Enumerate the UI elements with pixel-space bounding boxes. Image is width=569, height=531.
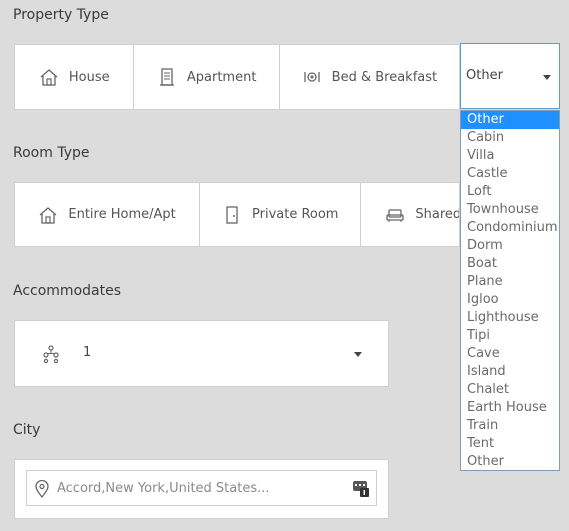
city-placeholder: Accord,New York,United States... [57, 481, 270, 496]
property-type-house-label: House [68, 69, 110, 85]
keyboard-badge-icon[interactable] [353, 481, 369, 497]
option-chalet[interactable]: Chalet [461, 381, 559, 399]
option-townhouse[interactable]: Townhouse [461, 201, 559, 219]
option-island[interactable]: Island [461, 363, 559, 381]
accommodates-label: Accommodates [13, 283, 121, 299]
option-other-2[interactable]: Other [461, 453, 559, 470]
property-type-apartment-button[interactable]: Apartment [134, 45, 280, 109]
accommodates-value: 1 [83, 345, 92, 360]
room-type-label: Room Type [13, 145, 90, 161]
house-icon [38, 205, 58, 225]
option-cave[interactable]: Cave [461, 345, 559, 363]
apartment-icon [157, 67, 177, 87]
room-type-options: Entire Home/Apt Private Room Shared [14, 182, 460, 247]
couch-icon [385, 205, 405, 225]
chevron-down-icon [543, 75, 551, 80]
room-type-private-room-button[interactable]: Private Room [200, 183, 362, 246]
location-pin-icon [34, 479, 50, 498]
property-type-apartment-label: Apartment [186, 69, 257, 85]
room-type-entire-home-button[interactable]: Entire Home/Apt [15, 183, 201, 246]
option-other[interactable]: Other [461, 111, 559, 129]
city-label: City [13, 422, 41, 438]
city-container: Accord,New York,United States... [14, 459, 389, 519]
option-plane[interactable]: Plane [461, 273, 559, 291]
option-earth-house[interactable]: Earth House [461, 399, 559, 417]
city-input[interactable]: Accord,New York,United States... [26, 470, 377, 506]
property-type-options: House Apartment Bed & Breakfast [14, 44, 460, 110]
option-boat[interactable]: Boat [461, 255, 559, 273]
option-tipi[interactable]: Tipi [461, 327, 559, 345]
option-condominium[interactable]: Condominium [461, 219, 559, 237]
accommodates-select[interactable]: 1 [14, 320, 389, 387]
option-igloo[interactable]: Igloo [461, 291, 559, 309]
option-loft[interactable]: Loft [461, 183, 559, 201]
property-type-label: Property Type [13, 7, 109, 23]
room-type-shared-label: Shared [415, 207, 459, 222]
property-type-bed-and-breakfast-button[interactable]: Bed & Breakfast [280, 45, 459, 109]
room-type-entire-home-label: Entire Home/Apt [68, 207, 176, 222]
bed-and-breakfast-icon [302, 67, 322, 87]
guests-icon [41, 344, 61, 364]
option-villa[interactable]: Villa [461, 147, 559, 165]
room-type-private-room-label: Private Room [252, 207, 339, 222]
chevron-down-icon [354, 352, 362, 357]
option-tent[interactable]: Tent [461, 435, 559, 453]
room-type-shared-button[interactable]: Shared [361, 183, 459, 246]
option-lighthouse[interactable]: Lighthouse [461, 309, 559, 327]
door-icon [222, 205, 242, 225]
option-dorm[interactable]: Dorm [461, 237, 559, 255]
property-type-select-value: Other [466, 68, 503, 83]
property-type-bed-and-breakfast-label: Bed & Breakfast [331, 69, 438, 85]
property-type-select[interactable]: Other [460, 43, 560, 109]
house-icon [39, 67, 59, 87]
option-train[interactable]: Train [461, 417, 559, 435]
property-type-house-button[interactable]: House [15, 45, 135, 109]
option-cabin[interactable]: Cabin [461, 129, 559, 147]
property-type-options-list: Other Cabin Villa Castle Loft Townhouse … [460, 110, 560, 471]
option-castle[interactable]: Castle [461, 165, 559, 183]
